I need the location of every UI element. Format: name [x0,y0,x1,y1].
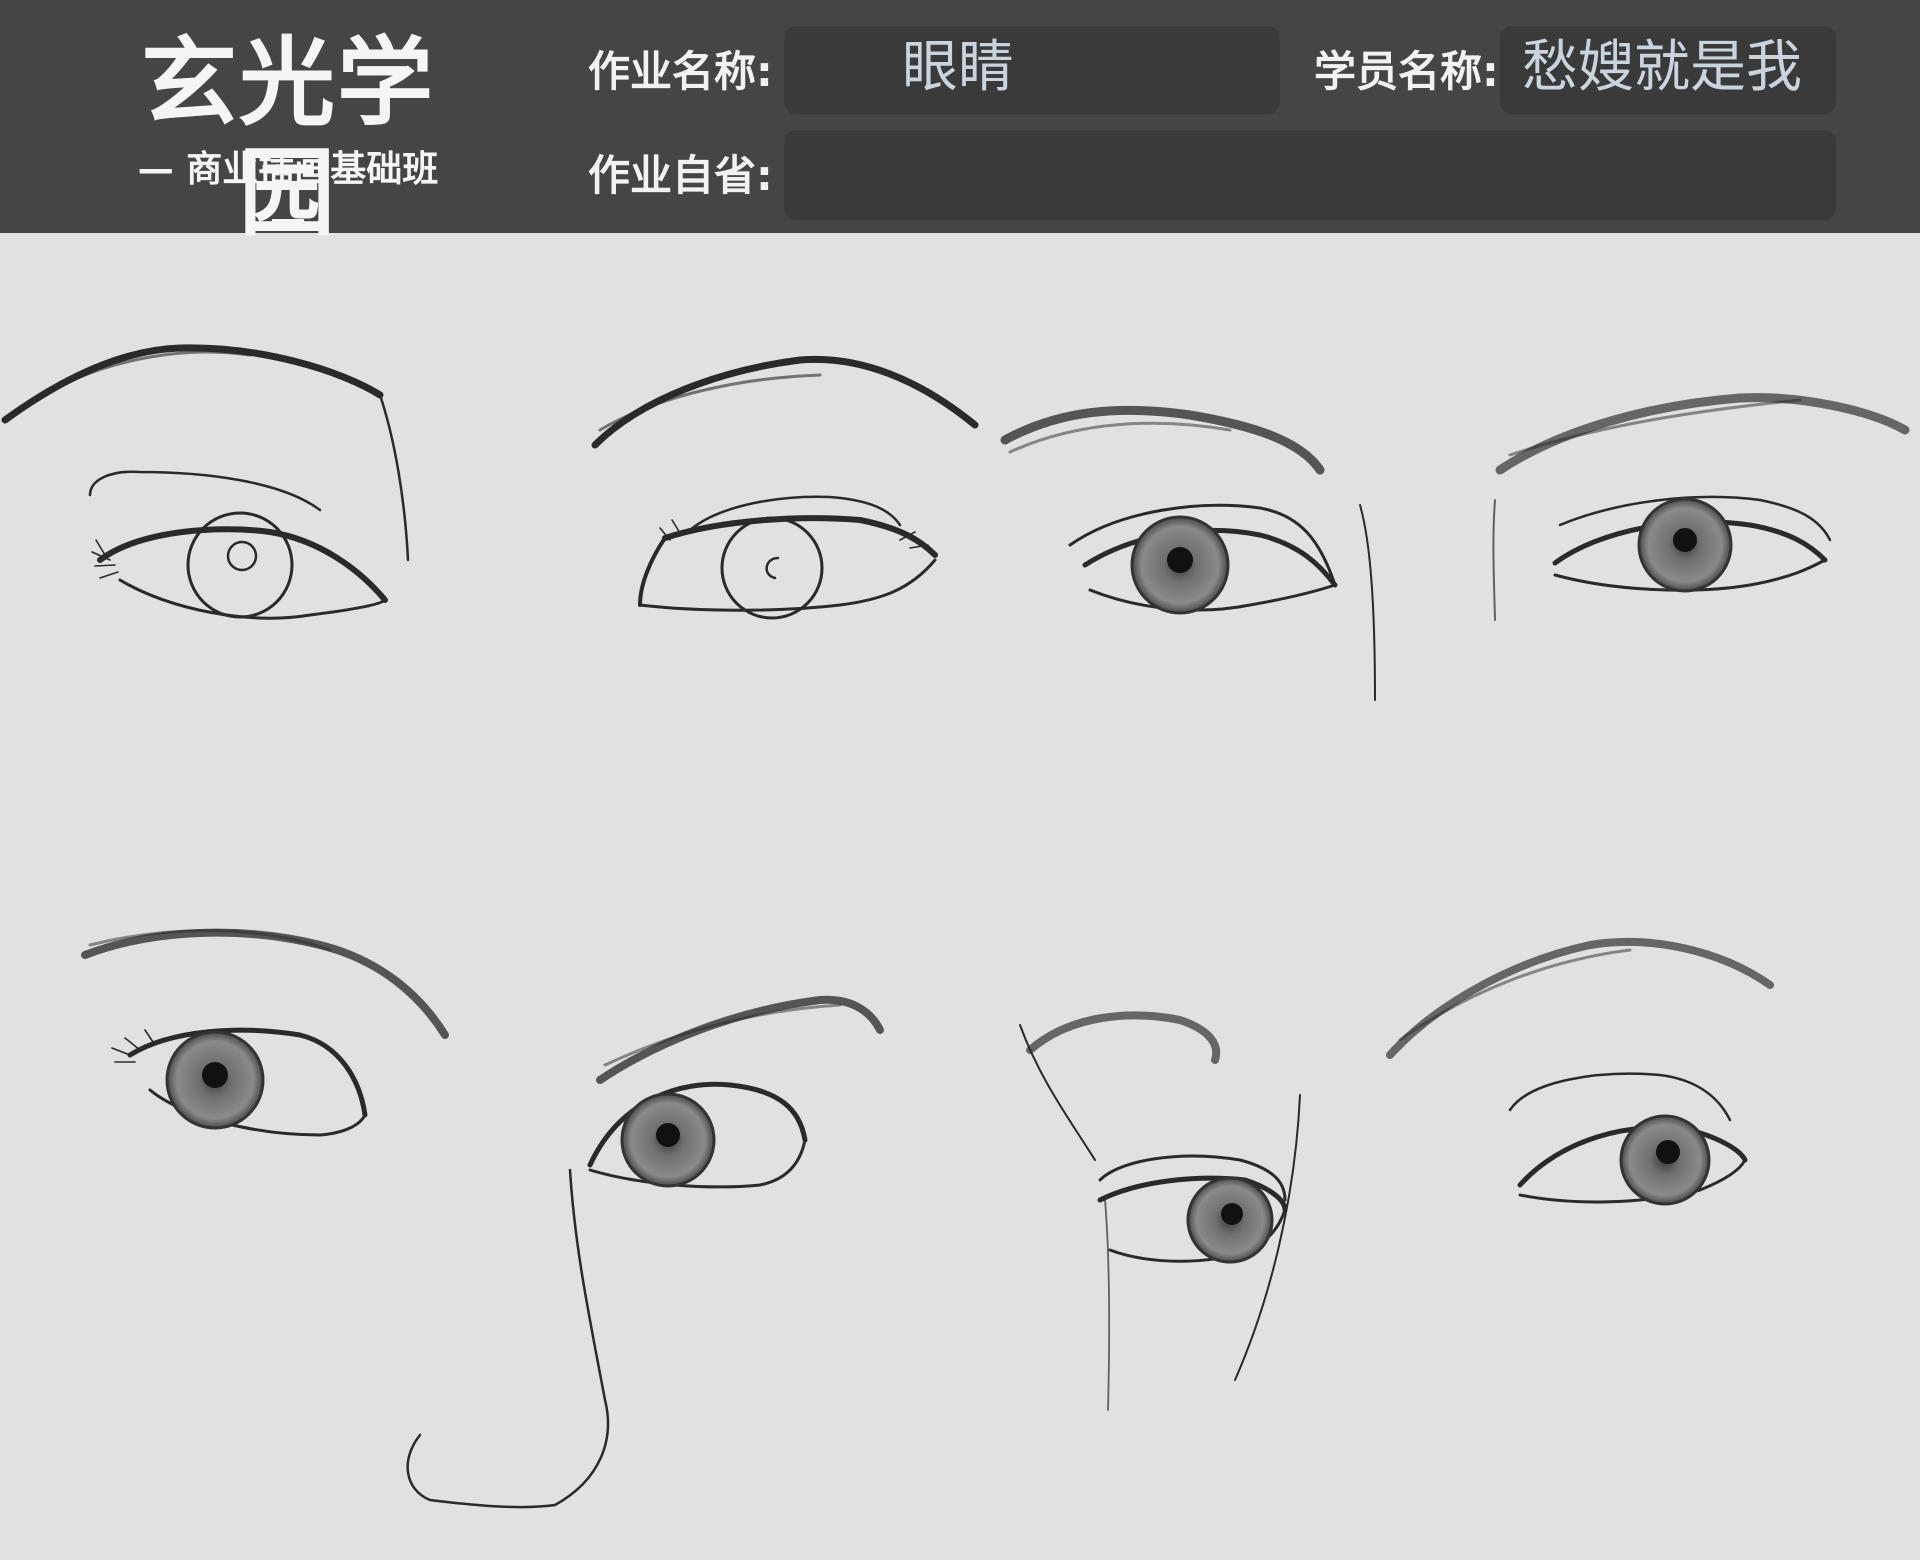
eye-sketch-7 [1019,1011,1301,1411]
drawing-canvas [1,344,1910,1509]
student-name-label: 学员名称: [1314,47,1499,96]
eye-sketch-5 [81,928,449,1137]
assignment-name-label: 作业名称: [588,47,773,96]
logo-subtitle: — 商业插画基础班 — [137,149,439,240]
eye-sketch-8 [1386,937,1774,1206]
student-name-field[interactable]: 愁嫂就是我 [1500,26,1836,114]
assignment-name-field[interactable]: 眼睛 [784,26,1280,114]
reflection-label: 作业自省: [588,151,773,200]
eye-sketch-1 [1,344,410,620]
eye-sketch-6 [406,995,884,1509]
eye-sketch-4 [1492,393,1910,621]
eye-sketch-3 [1000,405,1376,701]
reflection-field[interactable] [784,130,1836,220]
assignment-name-value: 眼睛 [902,35,1014,100]
eye-sketch-2 [591,355,979,620]
student-name-value: 愁嫂就是我 [1522,35,1802,100]
header-bar: 玄光学园 — 商业插画基础班 — 作业名称: 眼睛 学员名称: 愁嫂就是我 作业… [0,0,1920,248]
